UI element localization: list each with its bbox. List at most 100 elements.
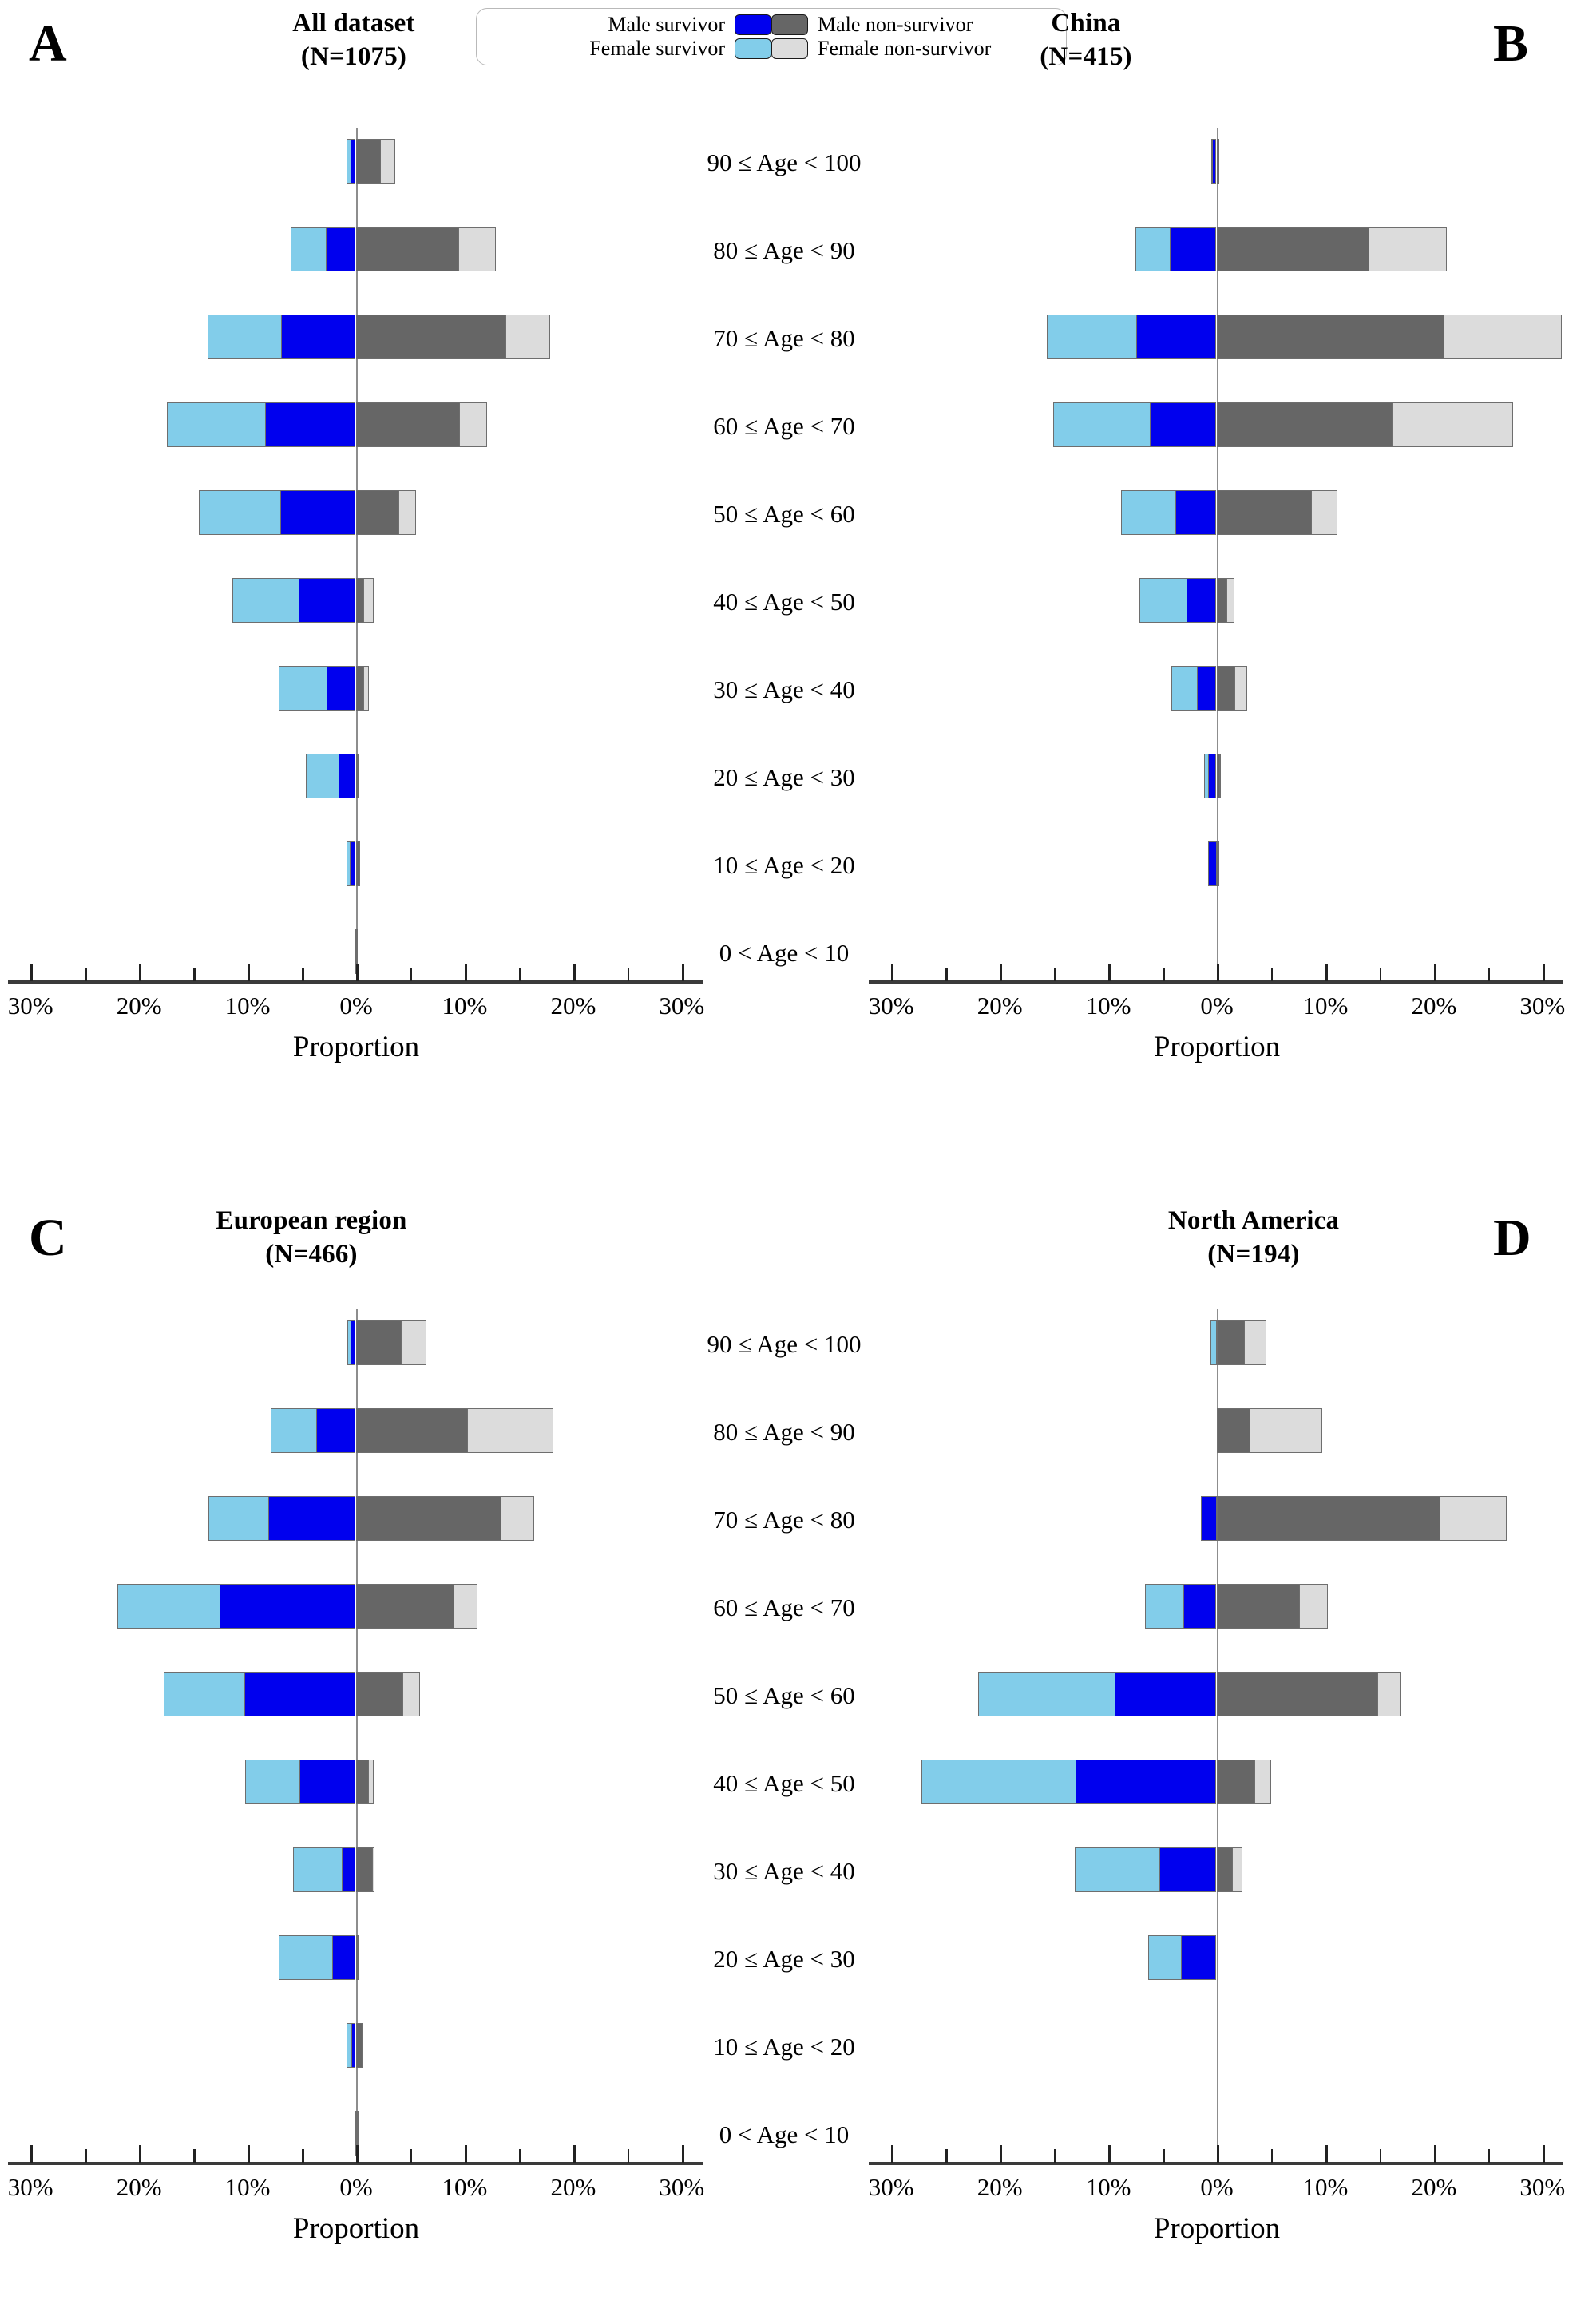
bar-segment-female-survivor [1148,1935,1183,1980]
x-axis-minor-tick [193,968,196,981]
bar-row [1217,227,1448,271]
bar-row [167,402,356,447]
bar-segment-male-survivor [1149,402,1216,447]
bar-row [356,1760,374,1804]
bar-segment-female-survivor [1171,666,1199,711]
bar-segment-male-survivor [342,1847,355,1892]
bar-segment-male-non-survivor [1217,1320,1246,1365]
bar-segment-female-non-survivor [1377,1672,1401,1716]
bar-row [346,841,356,886]
bar-row [356,1320,428,1365]
bar-segment-female-non-survivor [1254,1760,1271,1804]
bar-segment-female-non-survivor [1243,1320,1267,1365]
age-group-label: 30 ≤ Age < 40 [713,675,855,703]
panel-title-a-n: (N=1075) [300,42,407,72]
panel-title-b-text: China [1051,9,1121,38]
bar-segment-male-survivor [281,315,355,359]
x-axis-tick-label: 30% [868,992,914,1019]
bar-segment-male-survivor [351,1320,355,1365]
bar-segment-female-survivor [279,1935,334,1980]
x-axis-major-tick [1325,2145,1328,2163]
bar-segment-male-non-survivor [356,1584,455,1629]
bar-row [346,2023,356,2068]
bar-segment-male-survivor [325,227,355,271]
bar-segment-female-non-survivor [454,1584,478,1629]
bar-segment-male-non-survivor [1217,227,1370,271]
bar-row [356,315,552,359]
bar-segment-female-non-survivor [1391,402,1513,447]
bar-row [207,315,356,359]
bar-row [1211,139,1217,184]
x-axis-major-tick [1542,2145,1545,2163]
bar-segment-female-survivor [232,578,300,623]
bar-row [1217,1760,1272,1804]
x-axis-tick-label: 0% [1200,992,1234,1019]
x-axis-minor-tick [1163,2149,1165,2163]
x-axis-major-tick [30,964,34,981]
bar-segment-female-non-survivor [402,1672,421,1716]
x-axis-minor-tick [945,2149,948,2163]
x-axis-minor-tick [410,968,413,981]
age-group-label: 10 ≤ Age < 20 [713,851,855,879]
bar-segment-female-survivor [167,402,267,447]
x-axis-major-tick [1108,2145,1111,2163]
bar-segment-male-non-survivor [356,1320,402,1365]
age-group-label: 20 ≤ Age < 30 [713,1945,855,1973]
bar-row [356,1935,359,1980]
bar-row [346,139,356,184]
bar-row [356,666,370,711]
bar-segment-male-survivor [327,666,355,711]
bar-row [1171,666,1217,711]
bar-segment-female-non-survivor [363,666,370,711]
bar-segment-male-non-survivor [1217,402,1393,447]
bar-segment-male-non-survivor [1217,1847,1234,1892]
bar-row [1121,490,1217,535]
bar-row [208,1496,356,1541]
bar-segment-male-non-survivor [1217,1584,1301,1629]
bar-segment-female-survivor [1210,1320,1217,1365]
panel-letter-d: D [1493,1209,1531,1267]
bar-row [1046,315,1217,359]
age-group-label: 70 ≤ Age < 80 [713,324,855,352]
bar-row [1217,1584,1329,1629]
bar-row [356,139,396,184]
bar-segment-female-non-survivor [466,1408,554,1453]
bar-segment-male-survivor [1207,754,1216,798]
bar-segment-female-non-survivor [357,1935,359,1980]
bar-segment-male-survivor [349,841,355,886]
bar-row [1217,1320,1268,1365]
x-axis-major-tick [573,2145,576,2163]
x-axis-major-tick [139,964,142,981]
bar-row [293,1847,356,1892]
x-axis-major-tick [1000,964,1003,981]
bar-segment-female-non-survivor [1234,666,1247,711]
age-group-label: 0 < Age < 10 [719,2120,850,2148]
bar-row [1217,315,1563,359]
x-axis-major-tick [248,2145,251,2163]
age-group-label: 50 ≤ Age < 60 [713,500,855,528]
bar-row [306,754,356,798]
x-axis-major-tick [30,2145,34,2163]
bar-row [1210,1320,1217,1365]
x-axis-tick-label: 0% [1200,2173,1234,2201]
x-axis-tick-label: 30% [659,2173,705,2201]
x-axis-tick-label: 10% [1085,992,1131,1019]
bar-segment-male-survivor [299,1760,355,1804]
bar-segment-female-survivor [1145,1584,1185,1629]
x-axis-title: Proportion [292,2212,420,2245]
bar-segment-male-survivor [1136,315,1216,359]
bar-row [356,402,489,447]
age-group-label: 70 ≤ Age < 80 [713,1506,855,1534]
male-non-survivor-swatch [771,14,808,35]
female-non-survivor-swatch [771,38,808,59]
panel-title-d: North America (N=194) [1030,1204,1477,1271]
bar-segment-female-non-survivor [1231,1847,1243,1892]
age-group-label: 20 ≤ Age < 30 [713,763,855,791]
x-axis-tick-label: 20% [1411,2173,1457,2201]
x-axis-major-tick [1108,964,1111,981]
bar-segment-male-survivor [1186,578,1216,623]
x-axis-major-tick [573,964,576,981]
chart-panel-a: 30% 20% 10% 0% 10% 20% 30% Proportion [8,128,704,1063]
bar-row [164,1672,356,1716]
panel-title-c: European region (N=466) [88,1204,535,1271]
